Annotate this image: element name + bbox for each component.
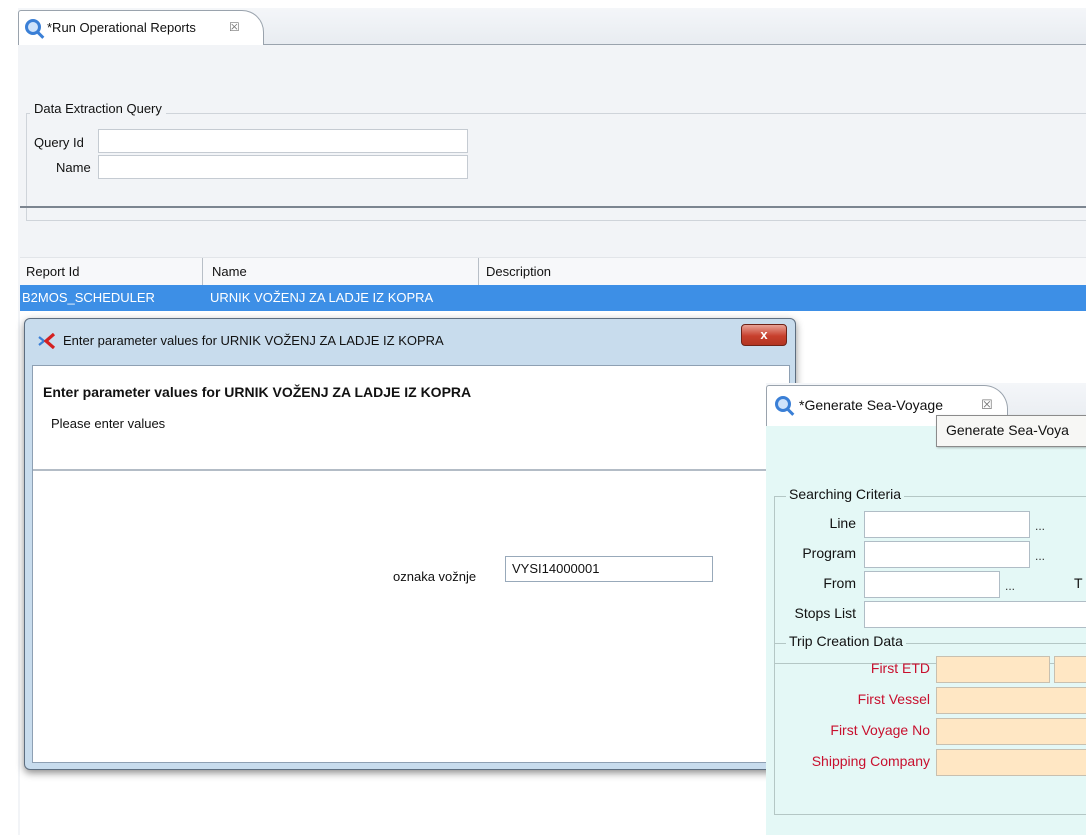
parameter-dialog: Enter parameter values for URNIK VOŽENJ …	[24, 318, 796, 770]
column-divider[interactable]	[202, 258, 203, 286]
tooltip-text: Generate Sea-Voya	[946, 422, 1069, 438]
line-label: Line	[829, 515, 856, 531]
tab-label: *Generate Sea-Voyage	[799, 397, 943, 413]
column-header-name[interactable]: Name	[212, 264, 247, 279]
tab-label: *Run Operational Reports	[47, 20, 196, 35]
stops-list-label: Stops List	[794, 605, 856, 621]
sea-voyage-panel: Generate Sea-Voya Searching Criteria Lin…	[766, 415, 1086, 835]
line-input[interactable]	[864, 511, 1030, 538]
first-etd-date-input[interactable]	[936, 656, 1050, 683]
close-icon[interactable]: ☒	[229, 20, 240, 34]
search-icon	[775, 396, 791, 412]
app-logo-icon	[38, 333, 56, 349]
query-id-input[interactable]	[98, 129, 468, 153]
group-title: Trip Creation Data	[786, 633, 906, 649]
generate-sea-voyage-window: *Generate Sea-Voyage ☒ Generate Sea-Voya…	[766, 383, 1086, 835]
dialog-title-bar[interactable]: Enter parameter values for URNIK VOŽENJ …	[25, 319, 795, 363]
cell-report-id: B2MOS_SCHEDULER	[22, 290, 155, 305]
stops-list-input[interactable]	[864, 601, 1086, 628]
editor-tab-strip: *Run Operational Reports ☒	[18, 8, 1086, 45]
section-separator	[20, 206, 1086, 208]
column-header-description[interactable]: Description	[486, 264, 551, 279]
line-lookup-button[interactable]: ...	[1028, 511, 1052, 536]
first-voyage-no-label: First Voyage No	[830, 722, 930, 738]
close-icon[interactable]: ☒	[981, 397, 993, 413]
from-lookup-button[interactable]: ...	[998, 571, 1022, 596]
group-title: Data Extraction Query	[30, 101, 166, 116]
tab-run-operational-reports[interactable]: *Run Operational Reports ☒	[18, 10, 264, 45]
dialog-content: Enter parameter values for URNIK VOŽENJ …	[32, 365, 790, 763]
from-label: From	[823, 575, 856, 591]
name-input[interactable]	[98, 155, 468, 179]
query-id-label: Query Id	[34, 135, 84, 150]
param-value: VYSI14000001	[512, 561, 600, 576]
from-input[interactable]	[864, 571, 1000, 598]
dialog-separator	[33, 469, 789, 471]
dialog-heading: Enter parameter values for URNIK VOŽENJ …	[43, 384, 472, 400]
cell-name: URNIK VOŽENJ ZA LADJE IZ KOPRA	[210, 290, 434, 305]
reports-table-header: Report Id Name Description	[20, 257, 1086, 287]
program-lookup-button[interactable]: ...	[1028, 541, 1052, 566]
search-icon	[25, 19, 41, 35]
first-etd-label: First ETD	[870, 660, 930, 676]
program-label: Program	[802, 545, 856, 561]
group-title: Searching Criteria	[786, 486, 905, 502]
first-voyage-no-input[interactable]	[936, 718, 1086, 745]
tooltip: Generate Sea-Voya	[936, 415, 1086, 447]
column-header-report-id[interactable]: Report Id	[26, 264, 79, 279]
column-divider[interactable]	[478, 258, 479, 286]
first-vessel-input[interactable]	[936, 687, 1086, 714]
program-input[interactable]	[864, 541, 1030, 568]
shipping-company-label: Shipping Company	[811, 753, 930, 769]
table-row[interactable]: B2MOS_SCHEDULER URNIK VOŽENJ ZA LADJE IZ…	[20, 285, 1086, 311]
name-label: Name	[56, 160, 91, 175]
param-label: oznaka vožnje	[393, 569, 477, 584]
param-input[interactable]: VYSI14000001	[505, 556, 713, 582]
shipping-company-input[interactable]	[936, 749, 1086, 776]
close-button[interactable]: x	[741, 324, 787, 346]
first-etd-time-input[interactable]	[1054, 656, 1086, 683]
dialog-subtitle: Please enter values	[51, 416, 166, 431]
to-label: T	[1074, 575, 1083, 591]
dialog-title: Enter parameter values for URNIK VOŽENJ …	[63, 333, 444, 348]
first-vessel-label: First Vessel	[857, 691, 930, 707]
